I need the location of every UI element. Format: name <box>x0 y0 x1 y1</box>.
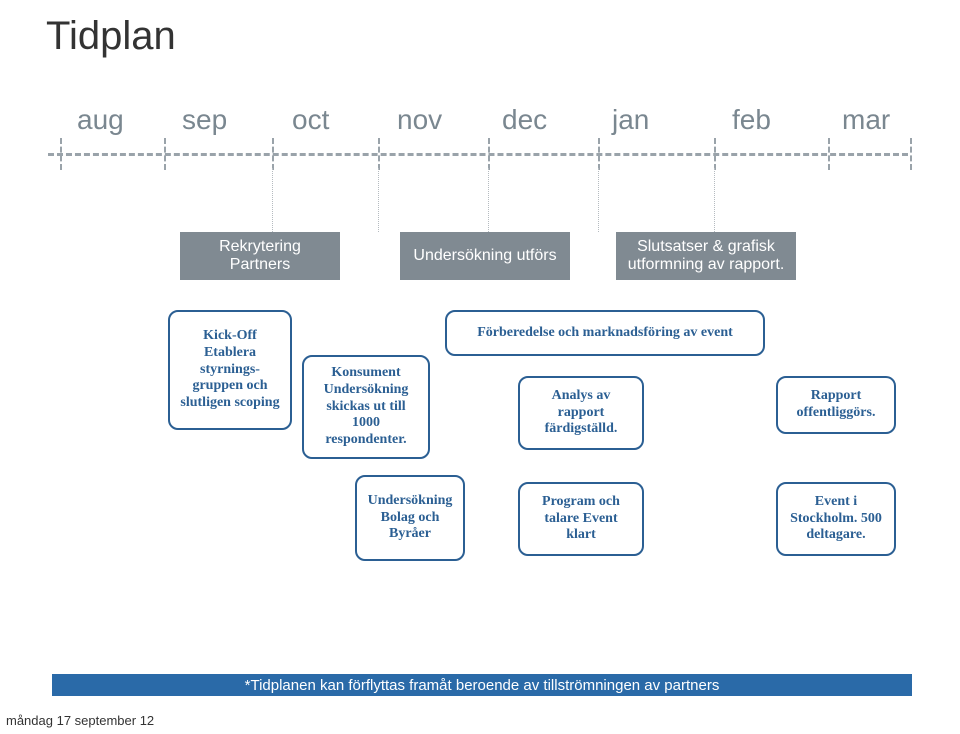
month-dec: dec <box>502 104 547 136</box>
box-analysis: Analys av rapport färdigställd. <box>518 376 644 450</box>
box-event-stockholm: Event i Stockholm. 500 deltagare. <box>776 482 896 556</box>
drop-line <box>714 168 715 232</box>
box-kickoff: Kick-Off Etablera styrnings-gruppen och … <box>168 310 292 430</box>
page-title: Tidplan <box>46 14 176 59</box>
month-sep: sep <box>182 104 227 136</box>
phase-recruiting: RekryteringPartners <box>180 232 340 280</box>
month-mar: mar <box>842 104 890 136</box>
drop-line <box>488 168 489 232</box>
box-prep-marketing: Förberedelse och marknadsföring av event <box>445 310 765 356</box>
timeline-ticks <box>40 138 910 170</box>
box-program: Program och talare Event klart <box>518 482 644 556</box>
phase-survey-executed: Undersökning utförs <box>400 232 570 280</box>
month-aug: aug <box>77 104 124 136</box>
month-oct: oct <box>292 104 329 136</box>
footnote-text: *Tidplanen kan förflyttas framåt beroend… <box>52 674 912 696</box>
month-jan: jan <box>612 104 649 136</box>
box-report-published: Rapport offentliggörs. <box>776 376 896 434</box>
drop-line <box>378 168 379 232</box>
phase-conclusions: Slutsatser & grafisk utformning av rappo… <box>616 232 796 280</box>
footer-date: måndag 17 september 12 <box>6 713 154 728</box>
box-agencies-survey: Undersökning Bolag och Byråer <box>355 475 465 561</box>
drop-line <box>598 168 599 232</box>
month-feb: feb <box>732 104 771 136</box>
drop-line <box>272 168 273 232</box>
box-consumer-survey: Konsument Undersökning skickas ut till 1… <box>302 355 430 459</box>
month-nov: nov <box>397 104 442 136</box>
